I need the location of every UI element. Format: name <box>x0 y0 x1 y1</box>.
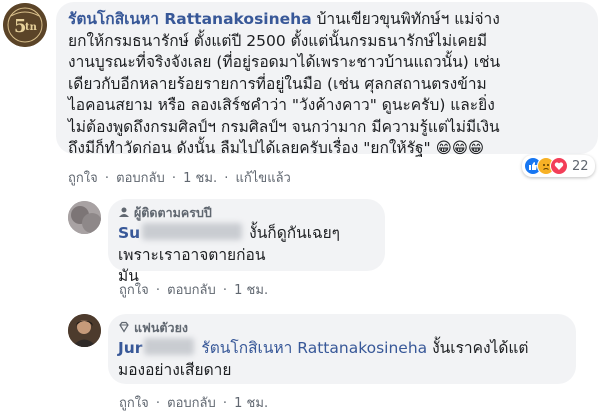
comment-bubble: รัตนโกสิเนหา Rattanakosineha บ้านเขียวขุ… <box>56 2 598 157</box>
like-link[interactable]: ถูกใจ <box>68 167 98 188</box>
timestamp-link[interactable]: 1 ชม. <box>183 167 217 188</box>
comment-line: เดียวกับอีกหลายร้อยรายการที่อยู่ในมือ (เ… <box>68 74 487 93</box>
follower-badge-icon <box>119 207 129 217</box>
comment-actions: ถูกใจ · ตอบกลับ · 1 ชม. <box>119 392 268 413</box>
badge-label: แฟนตัวยง <box>133 320 189 335</box>
separator: · <box>171 171 177 186</box>
avatar[interactable] <box>68 314 101 347</box>
comment-bubble: แฟนตัวยง Jur รัตนโกสิเนหา Rattanakosineh… <box>108 314 576 384</box>
separator: · <box>104 171 109 186</box>
grin-emoji: 😁😁😁 <box>435 139 485 157</box>
comment-author[interactable]: Su <box>118 223 244 242</box>
comment-line: ไม่ต้องพูดถึงกรมศิลป์ฯ กรมศิลป์ฯ จนกว่าม… <box>68 117 500 136</box>
comment-text: Su งั้นก็ดูกันเฉยๆ เพราะเราอาจตายก่อน มั… <box>118 223 375 288</box>
reply-link[interactable]: ตอบกลับ <box>116 167 165 188</box>
timestamp-link[interactable]: 1 ชม. <box>234 279 268 300</box>
page-logo-icon: 5 tn <box>3 3 47 47</box>
separator: · <box>222 283 228 298</box>
blurred-name <box>142 223 243 240</box>
love-reaction-icon <box>550 157 568 175</box>
reactions-summary[interactable]: 22 <box>522 155 595 177</box>
edited-label[interactable]: แก้ไขแล้ว <box>236 167 291 188</box>
separator: · <box>222 396 228 411</box>
svg-text:tn: tn <box>25 22 38 33</box>
comment-line: มองอย่างเสียดาย <box>118 360 232 379</box>
diamond-badge-icon <box>119 321 129 333</box>
page-avatar[interactable]: 5 tn <box>3 3 47 47</box>
reaction-count: 22 <box>572 158 589 174</box>
comment-author[interactable]: Jur <box>118 338 196 357</box>
comment-text: รัตนโกสิเนหา Rattanakosineha บ้านเขียวขุ… <box>68 9 586 160</box>
comment-line: ยกให้กรมธนารักษ์ ตั้งแต่ปี 2500 ตั้งแต่น… <box>68 31 488 50</box>
like-link[interactable]: ถูกใจ <box>119 279 149 300</box>
separator: · <box>155 396 160 411</box>
timestamp-link[interactable]: 1 ชม. <box>234 392 268 413</box>
separator: · <box>155 283 160 298</box>
like-link[interactable]: ถูกใจ <box>119 392 149 413</box>
status-badge: แฟนตัวยง <box>118 318 566 338</box>
mention-link[interactable]: รัตนโกสิเนหา Rattanakosineha <box>201 339 427 357</box>
comment-actions: ถูกใจ · ตอบกลับ · 1 ชม. <box>119 279 268 300</box>
reply-link[interactable]: ตอบกลับ <box>167 392 216 413</box>
comment-actions: ถูกใจ · ตอบกลับ · 1 ชม. · แก้ไขแล้ว <box>68 167 291 188</box>
separator: · <box>224 171 229 186</box>
comment-bubble: ผู้ติดตามครบปี Su งั้นก็ดูกันเฉยๆ เพราะเ… <box>108 199 385 285</box>
blurred-name <box>144 338 195 355</box>
status-badge: ผู้ติดตามครบปี <box>118 203 375 223</box>
comment-line: ไอคอนสยาม หรือ ลองเสิร์ชคำว่า "วังค้างคา… <box>68 96 495 114</box>
comment-line: ถึงมีก็ทำวัดก่อน ดังนั้น ลืมไปได้เลยครับ… <box>68 139 431 157</box>
profile-photo-icon <box>68 201 101 234</box>
avatar[interactable] <box>68 201 101 234</box>
comment-text: Jur รัตนโกสิเนหา Rattanakosineha งั้นเรา… <box>118 338 566 381</box>
comment-author[interactable]: รัตนโกสิเนหา Rattanakosineha <box>68 10 312 28</box>
badge-label: ผู้ติดตามครบปี <box>133 205 212 220</box>
comment-line: งั้นเราคงได้แต่ <box>432 339 529 357</box>
profile-photo-icon <box>68 314 101 347</box>
comment-line: งานบูรณะที่จริงจังเลย (ที่อยู่รอดมาได้เพ… <box>68 53 501 71</box>
reply-link[interactable]: ตอบกลับ <box>167 279 216 300</box>
comment-line: บ้านเขียวขุนพิทักษ์ฯ แม่จ่าง <box>316 10 500 28</box>
